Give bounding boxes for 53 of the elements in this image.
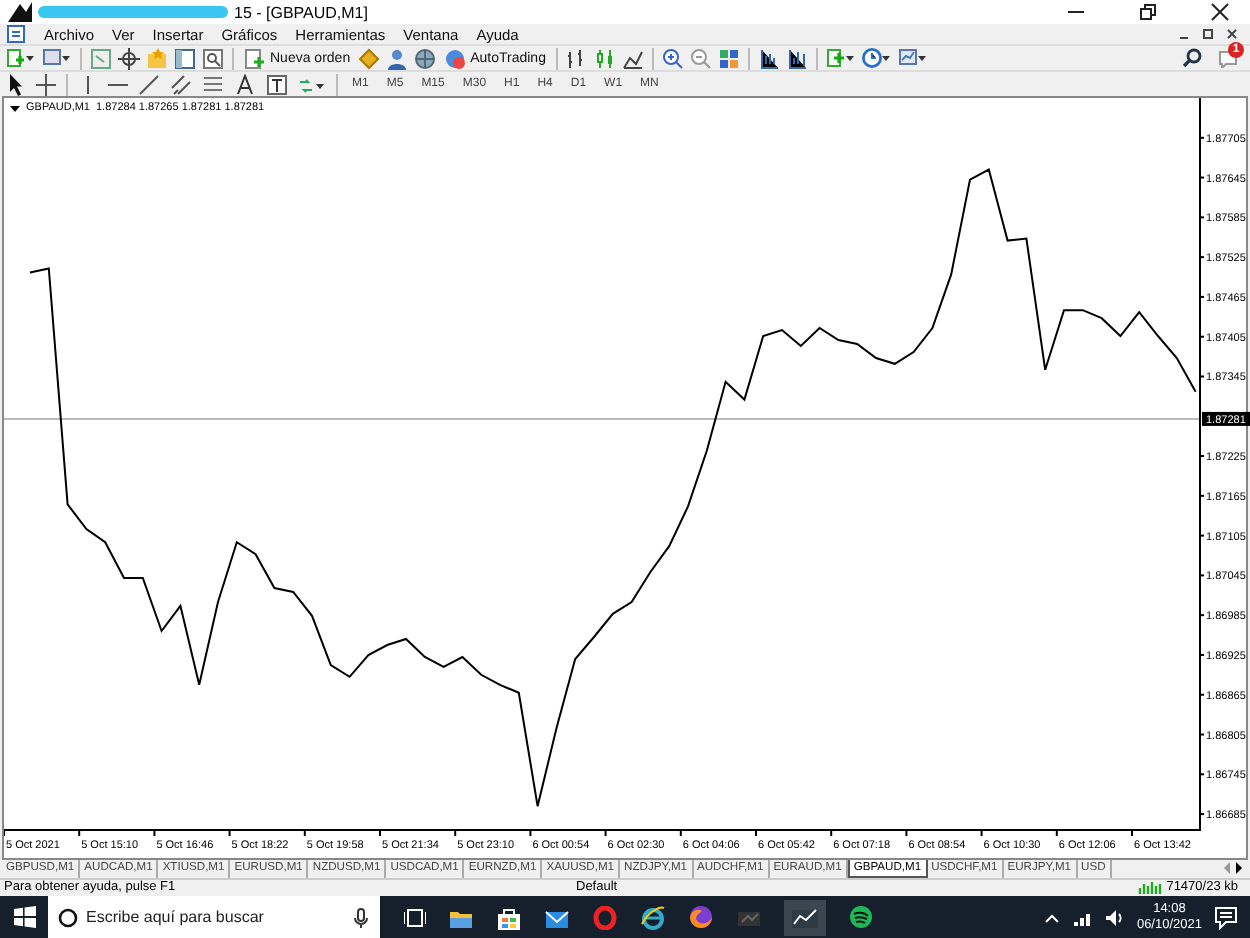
connection-bars-icon xyxy=(1138,879,1163,896)
person-icon[interactable] xyxy=(386,47,409,69)
zoom-out-icon[interactable] xyxy=(689,47,712,69)
channel-icon[interactable] xyxy=(170,73,192,95)
diamond-icon[interactable] xyxy=(358,47,381,69)
template-dropdown-icon[interactable] xyxy=(897,46,928,70)
speaker-icon[interactable] xyxy=(1104,907,1125,927)
taskbar-search-field[interactable]: Escribe aquí para buscar xyxy=(48,896,380,938)
new-chart-dropdown-icon[interactable] xyxy=(6,46,36,70)
globe-icon[interactable] xyxy=(414,47,437,69)
search-circle-icon xyxy=(58,907,78,927)
notification-icon[interactable] xyxy=(1214,905,1238,929)
window-icon[interactable] xyxy=(174,47,196,69)
zoom-in-icon[interactable] xyxy=(661,47,684,69)
windows-logo-icon[interactable] xyxy=(13,906,35,928)
scroll-right-icon[interactable] xyxy=(1234,860,1246,877)
indicators-dropdown-icon[interactable] xyxy=(825,46,856,70)
window-title: 15 - [GBPAUD,M1] xyxy=(234,3,368,21)
arrows-dropdown-icon[interactable] xyxy=(298,73,326,95)
profiles-dropdown-icon[interactable] xyxy=(42,46,72,70)
browser-icon[interactable] xyxy=(688,904,714,930)
restore-icon[interactable] xyxy=(1138,2,1158,22)
search-icon[interactable] xyxy=(1182,48,1202,68)
cursor-icon[interactable] xyxy=(6,73,26,95)
microphone-icon[interactable] xyxy=(352,907,370,927)
chart-shift-icon[interactable] xyxy=(785,47,808,69)
sound-waves-icon[interactable] xyxy=(848,904,874,930)
text-label-icon[interactable] xyxy=(266,73,288,95)
crosshair-icon[interactable] xyxy=(118,47,140,69)
close-icon[interactable] xyxy=(1226,28,1238,40)
clock-dropdown-icon[interactable] xyxy=(861,46,892,70)
trendline-icon[interactable] xyxy=(138,73,160,95)
mail-icon[interactable] xyxy=(544,905,570,929)
collapse-triangle-icon[interactable] xyxy=(10,103,20,113)
crosshair-icon[interactable] xyxy=(36,73,56,95)
chart-app-icon[interactable] xyxy=(792,905,818,929)
magnifier-icon[interactable] xyxy=(202,47,224,69)
fibonacci-icon[interactable] xyxy=(202,73,224,95)
caret-up-icon[interactable] xyxy=(1044,909,1061,925)
document-icon[interactable] xyxy=(6,24,26,44)
text-tool-icon[interactable] xyxy=(234,73,256,95)
autoscroll-icon[interactable] xyxy=(757,47,780,69)
close-icon[interactable] xyxy=(1210,2,1230,22)
letter-o-icon[interactable] xyxy=(592,905,618,929)
letter-e-icon[interactable] xyxy=(640,905,666,929)
shopping-bag-icon[interactable] xyxy=(496,905,522,929)
task-view-icon[interactable] xyxy=(404,905,426,929)
line-chart-icon[interactable] xyxy=(621,47,644,69)
app-logo-icon xyxy=(8,0,32,24)
order-icon xyxy=(244,47,266,69)
restore-icon[interactable] xyxy=(1202,28,1214,40)
tile-windows-icon[interactable] xyxy=(717,47,740,69)
bar-chart-icon[interactable] xyxy=(565,47,588,69)
